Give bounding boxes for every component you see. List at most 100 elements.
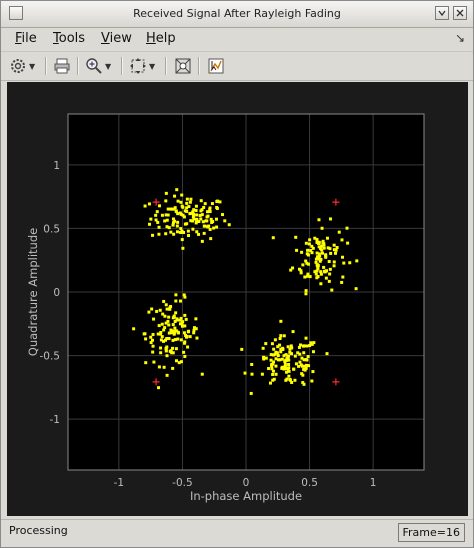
scatter-point	[157, 324, 161, 328]
scatter-point	[303, 368, 307, 372]
scatter-point	[283, 364, 287, 368]
scatter-point	[329, 217, 333, 221]
menu-view[interactable]: View	[101, 28, 132, 50]
x-tick-label: 0	[243, 477, 250, 489]
scatter-point	[152, 317, 156, 321]
scatter-point	[152, 360, 156, 364]
settings-button[interactable]: ▼	[9, 56, 35, 76]
scatter-point	[164, 199, 168, 203]
scatter-point	[308, 344, 312, 348]
edit-plot-button[interactable]	[207, 56, 225, 76]
scatter-point	[341, 275, 345, 279]
scatter-point	[166, 319, 170, 323]
scatter-point	[320, 251, 324, 255]
scatter-point	[149, 335, 153, 339]
data-cursor-button[interactable]	[174, 56, 192, 76]
menu-help[interactable]: Help	[146, 28, 176, 50]
scatter-point	[195, 230, 199, 234]
scatter-point	[199, 217, 203, 221]
scatter-point	[315, 251, 319, 255]
scatter-point	[334, 248, 338, 252]
scatter-point	[274, 350, 278, 354]
scatter-point	[304, 289, 308, 293]
minimize-button[interactable]	[435, 6, 449, 20]
scatter-point	[188, 335, 192, 339]
scatter-plot[interactable]: -1 -0.5 0 0.5 1 -1 -0.5 0 0.5 1 In-phase Amplitud…	[7, 82, 468, 516]
scatter-point	[150, 307, 154, 311]
scatter-point	[329, 251, 333, 255]
scatter-point	[310, 342, 314, 346]
x-tick-label: 1	[370, 477, 377, 489]
scatter-point	[303, 275, 307, 279]
scatter-point	[175, 224, 179, 228]
status-text: Processing	[9, 524, 68, 537]
scatter-point	[162, 339, 166, 343]
zoom-button[interactable]: ▼	[85, 56, 111, 76]
pan-button[interactable]: ▼	[129, 56, 155, 76]
scatter-point	[178, 211, 182, 215]
y-axis-label: Quadrature Amplitude	[26, 228, 40, 356]
scatter-point	[279, 319, 283, 323]
scatter-point	[170, 329, 174, 333]
scatter-point	[169, 349, 173, 353]
scatter-point	[155, 309, 159, 313]
scatter-point	[176, 199, 180, 203]
scatter-point	[187, 234, 191, 238]
scatter-point	[162, 365, 166, 369]
scatter-point	[197, 232, 201, 236]
scatter-point	[316, 264, 320, 268]
scatter-point	[315, 269, 319, 273]
scatter-point	[182, 231, 186, 235]
scatter-point	[144, 337, 148, 341]
dock-icon[interactable]: ↘	[455, 31, 465, 45]
scatter-point	[320, 226, 324, 230]
scatter-point	[181, 246, 185, 250]
scatter-point	[281, 347, 285, 351]
scatter-point	[298, 360, 302, 364]
scatter-point	[194, 221, 198, 225]
scatter-point	[195, 336, 199, 340]
close-button[interactable]	[453, 6, 467, 20]
scatter-point	[271, 362, 275, 366]
scatter-point	[333, 251, 337, 255]
y-tick-label: 1	[53, 160, 60, 172]
scatter-point	[293, 354, 297, 358]
scatter-point	[324, 253, 328, 257]
toolbar-separator	[77, 57, 79, 75]
scatter-point	[319, 282, 323, 286]
scatter-point	[165, 345, 169, 349]
scatter-point	[157, 225, 161, 229]
scatter-point	[291, 266, 295, 270]
x-tick-label: -0.5	[172, 477, 193, 489]
scatter-point	[300, 250, 304, 254]
scatter-point	[185, 335, 189, 339]
scatter-point	[167, 323, 171, 327]
scatter-point	[318, 254, 322, 258]
toolbar-separator	[45, 57, 47, 75]
scatter-point	[287, 374, 291, 378]
menu-file[interactable]: File	[15, 28, 37, 50]
scatter-point	[171, 217, 175, 221]
menu-tools[interactable]: Tools	[53, 28, 85, 50]
scatter-point	[195, 218, 199, 222]
scatter-point	[188, 200, 192, 204]
scatter-point	[154, 213, 158, 217]
scatter-point	[340, 280, 344, 284]
scatter-point	[249, 391, 253, 395]
scatter-point	[271, 372, 275, 376]
scatter-point	[157, 386, 161, 390]
scatter-point	[264, 356, 268, 360]
scatter-point	[177, 361, 181, 365]
scatter-point	[286, 368, 290, 372]
scatter-point	[185, 222, 189, 226]
scatter-point	[306, 274, 310, 278]
scatter-point	[290, 380, 294, 384]
scatter-point	[187, 329, 191, 333]
scatter-point	[328, 267, 332, 271]
toolbar-separator	[121, 57, 123, 75]
scatter-point	[243, 371, 247, 375]
scatter-point	[164, 303, 168, 307]
scatter-point	[206, 225, 210, 229]
data-cursor-icon	[175, 58, 191, 74]
print-button[interactable]	[53, 56, 71, 76]
